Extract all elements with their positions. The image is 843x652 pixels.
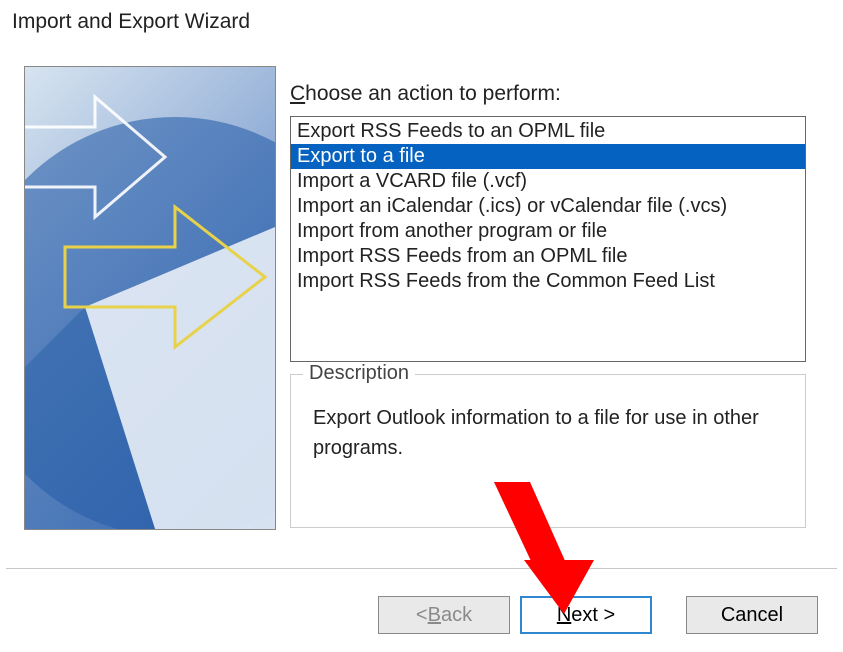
action-label: Choose an action to perform: [290,82,561,106]
description-text: Export Outlook information to a file for… [313,403,783,463]
description-legend: Description [303,362,415,385]
cancel-button[interactable]: Cancel [686,596,818,634]
action-item[interactable]: Export RSS Feeds to an OPML file [291,119,805,144]
wizard-title: Import and Export Wizard [12,10,250,34]
action-item[interactable]: Export to a file [291,144,805,169]
wizard-image [24,66,276,530]
back-button: < Back [378,596,510,634]
action-item[interactable]: Import from another program or file [291,219,805,244]
description-group: Description Export Outlook information t… [290,374,806,528]
action-item[interactable]: Import RSS Feeds from the Common Feed Li… [291,269,805,294]
action-item[interactable]: Import an iCalendar (.ics) or vCalendar … [291,194,805,219]
next-button[interactable]: Next > [520,596,652,634]
action-list[interactable]: Export RSS Feeds to an OPML fileExport t… [290,116,806,362]
divider [6,568,837,570]
action-item[interactable]: Import a VCARD file (.vcf) [291,169,805,194]
action-item[interactable]: Import RSS Feeds from an OPML file [291,244,805,269]
